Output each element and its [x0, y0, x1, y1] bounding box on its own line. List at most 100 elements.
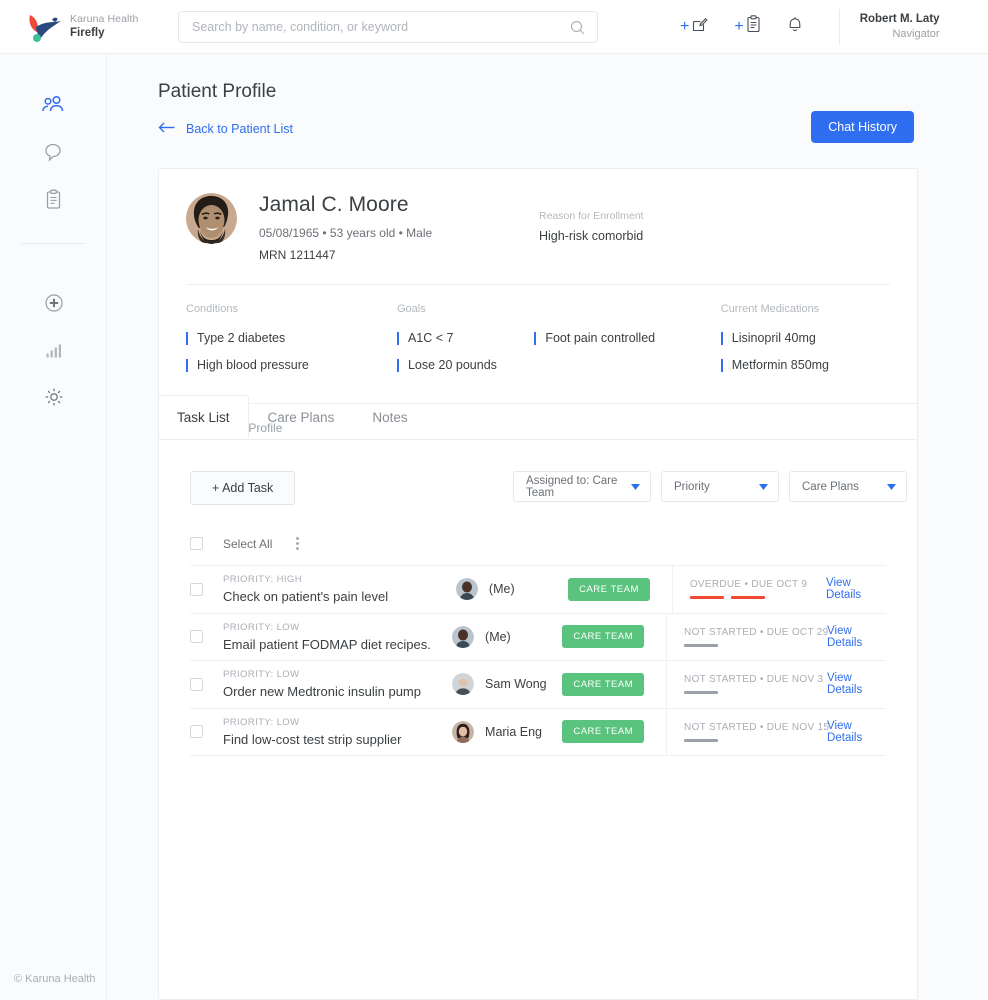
notifications-button[interactable]	[787, 15, 803, 38]
goal-label: Foot pain controlled	[545, 331, 656, 345]
brand-logo-block[interactable]: Karuna Health Firefly	[0, 7, 175, 47]
status-badge: CARE TEAM	[562, 720, 645, 744]
medication-item: Lisinopril 40mg	[720, 331, 917, 345]
table-row[interactable]: PRIORITY: LOW Order new Medtronic insuli…	[190, 660, 886, 709]
condition-item: Type 2 diabetes	[186, 331, 397, 345]
footer-copyright: © Karuna Health	[14, 973, 96, 985]
view-details-link[interactable]: View Details	[826, 577, 886, 601]
filter-care-plans[interactable]: Care Plans	[789, 471, 907, 502]
status-badge: CARE TEAM	[562, 672, 645, 696]
row-checkbox[interactable]	[190, 725, 203, 739]
sidebar-item-patients[interactable]	[0, 84, 107, 131]
table-row[interactable]: PRIORITY: HIGH Check on patient's pain l…	[190, 565, 886, 614]
more-vertical-icon[interactable]	[296, 537, 300, 550]
user-role: Navigator	[892, 27, 940, 40]
brand-product: Firefly	[70, 26, 105, 39]
top-actions: + +	[680, 15, 803, 38]
sidebar-item-reports[interactable]	[0, 329, 107, 376]
medication-label: Lisinopril 40mg	[731, 331, 816, 345]
user-name: Robert M. Laty	[859, 12, 940, 25]
sidebar-item-add[interactable]	[0, 282, 107, 329]
search-input[interactable]	[179, 19, 549, 34]
compose-message-icon	[691, 16, 708, 38]
avatar-sam-wong	[452, 673, 475, 696]
row-checkbox[interactable]	[190, 630, 203, 644]
task-title: Order new Medtronic insulin pump	[223, 684, 421, 700]
brand-company: Karuna Health	[70, 12, 139, 25]
select-all-checkbox[interactable]	[190, 537, 203, 550]
add-task-button[interactable]: + Add Task	[190, 471, 296, 505]
tab-notes[interactable]: Notes	[353, 395, 426, 438]
search-icon[interactable]	[570, 20, 585, 40]
condition-item: High blood pressure	[186, 358, 397, 372]
main-content: Patient Profile Back to Patient List Cha…	[107, 54, 988, 1000]
arrow-left-icon	[158, 122, 176, 136]
chevron-down-icon	[759, 481, 768, 493]
view-details-link[interactable]: View Details	[827, 720, 886, 744]
filter-priority[interactable]: Priority	[661, 471, 779, 502]
people-icon	[41, 95, 66, 120]
clipboard-icon	[45, 189, 62, 215]
top-navigation-bar: Karuna Health Firefly + +	[0, 0, 988, 54]
back-to-patient-list-link[interactable]: Back to Patient List	[158, 122, 293, 136]
bell-icon	[787, 15, 803, 38]
goal-label: A1C < 7	[407, 331, 454, 345]
patient-mrn: MRN 1211447	[259, 248, 336, 262]
accent-bar	[396, 331, 399, 345]
table-row[interactable]: PRIORITY: LOW Find low-cost test strip s…	[190, 708, 886, 756]
task-assignee: Sam Wong	[485, 677, 547, 692]
table-row[interactable]: PRIORITY: LOW Email patient FODMAP diet …	[190, 613, 886, 661]
sidebar-item-tasks[interactable]	[0, 178, 107, 225]
avatar-me	[452, 625, 475, 648]
status-badge: CARE TEAM	[562, 625, 645, 649]
status-badge: CARE TEAM	[568, 577, 650, 601]
task-priority: PRIORITY: LOW	[223, 716, 300, 728]
goals-header: Goals	[396, 303, 426, 315]
search-box[interactable]	[178, 10, 598, 43]
row-checkbox[interactable]	[190, 582, 203, 596]
avatar-me	[455, 578, 478, 601]
task-title: Find low-cost test strip supplier	[223, 731, 402, 747]
task-status: NOT STARTED • DUE OCT 29	[684, 626, 829, 638]
accent-bar	[186, 358, 188, 372]
task-assignee: (Me)	[488, 582, 515, 597]
progress-bars	[684, 691, 822, 695]
row-checkbox[interactable]	[190, 677, 203, 691]
sidebar-item-settings[interactable]	[0, 376, 107, 423]
tab-care-plans[interactable]: Care Plans	[249, 395, 354, 438]
patient-name: Jamal C. Moore	[259, 193, 409, 216]
goal-item: Foot pain controlled	[534, 331, 720, 345]
task-toolbar: + Add Task Assigned to: Care Team Priori…	[159, 440, 917, 522]
new-task-button[interactable]: +	[734, 15, 760, 38]
goals-column-secondary: Foot pain controlled	[534, 303, 720, 385]
accent-bar	[720, 358, 723, 372]
task-assignee: Maria Eng	[485, 724, 543, 739]
sidebar-item-messages[interactable]	[0, 131, 107, 178]
chat-history-button[interactable]: Chat History	[811, 111, 914, 143]
sidebar-divider	[21, 243, 85, 244]
view-details-link[interactable]: View Details	[827, 672, 886, 696]
filter-label: Assigned to: Care Team	[526, 474, 618, 499]
tab-task-list[interactable]: Task List	[158, 395, 249, 438]
user-menu[interactable]: Robert M. Laty Navigator	[860, 11, 940, 42]
accent-bar	[720, 331, 723, 345]
accent-bar	[186, 331, 188, 345]
reason-value: High-risk comorbid	[539, 229, 644, 243]
task-status: NOT STARTED • DUE NOV 15	[684, 721, 830, 733]
goal-item: Lose 20 pounds	[396, 358, 534, 372]
patient-demographics: 05/08/1965 • 53 years old • Male	[259, 226, 433, 240]
plus-glyph: +	[680, 17, 690, 35]
clipboard-plus-icon	[746, 15, 761, 38]
plus-circle-icon	[44, 293, 64, 318]
view-details-link[interactable]: View Details	[827, 625, 886, 649]
gear-icon	[44, 387, 64, 412]
task-status: OVERDUE • DUE OCT 9	[689, 579, 808, 591]
progress-bars	[684, 738, 822, 742]
reason-label: Reason for Enrollment	[539, 210, 644, 222]
condition-label: High blood pressure	[197, 358, 309, 372]
medication-label: Metformin 850mg	[731, 358, 830, 372]
patient-avatar	[186, 193, 237, 244]
filter-assigned-to[interactable]: Assigned to: Care Team	[513, 471, 651, 502]
new-message-button[interactable]: +	[680, 16, 708, 38]
conditions-column: Conditions Type 2 diabetes High blood pr…	[186, 303, 397, 385]
